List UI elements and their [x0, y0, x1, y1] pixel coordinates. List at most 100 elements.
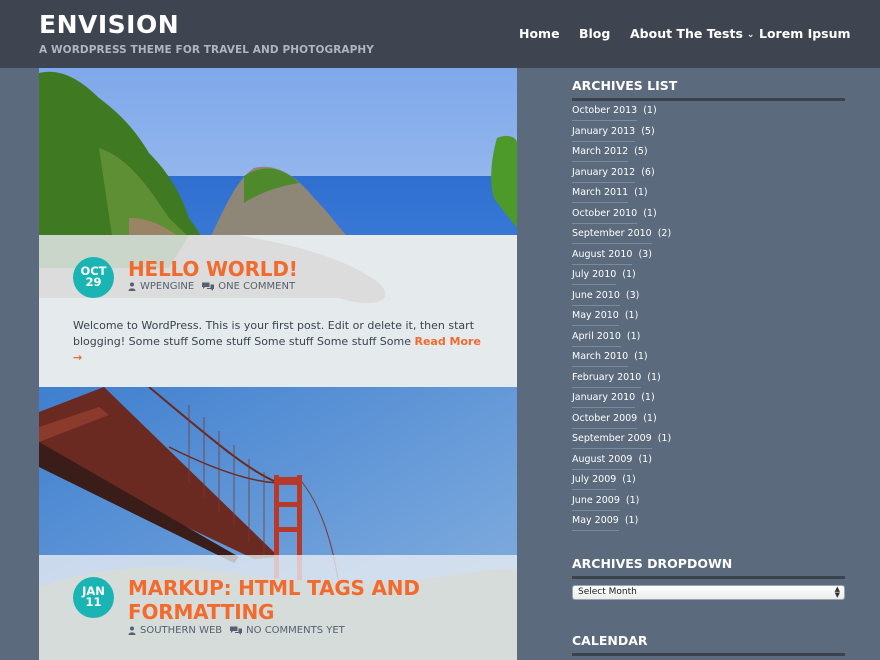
- archive-item: March 2012 (5): [572, 143, 845, 164]
- archive-item: May 2009 (1): [572, 512, 845, 533]
- archive-item: April 2010 (1): [572, 328, 845, 349]
- archive-link[interactable]: March 2010: [572, 348, 629, 367]
- post-meta: WPENGINE ONE COMMENT: [128, 281, 295, 292]
- site-title[interactable]: ENVISION: [39, 9, 179, 41]
- archive-count: (1): [643, 412, 657, 424]
- archive-link[interactable]: October 2009: [572, 410, 638, 429]
- post-meta: SOUTHERN WEB NO COMMENTS YET: [128, 625, 345, 636]
- post-title[interactable]: HELLO WORLD!: [128, 257, 298, 281]
- archive-count: (2): [657, 228, 672, 239]
- archive-count: (6): [641, 166, 655, 178]
- archive-count: (3): [638, 248, 652, 260]
- archive-item: August 2009 (1): [572, 451, 845, 472]
- archive-count: (1): [641, 392, 655, 403]
- archive-item: January 2012 (6): [572, 164, 845, 185]
- archive-item: July 2010 (1): [572, 266, 845, 287]
- archive-item: January 2010 (1): [572, 389, 845, 410]
- archive-link[interactable]: March 2011: [572, 184, 629, 203]
- archive-item: February 2010 (1): [572, 369, 845, 390]
- archive-item: March 2011 (1): [572, 184, 845, 205]
- post-author[interactable]: SOUTHERN WEB: [140, 625, 222, 636]
- archive-link[interactable]: August 2009: [572, 451, 633, 470]
- post-comments-link[interactable]: ONE COMMENT: [218, 281, 295, 292]
- archive-link[interactable]: January 2012: [572, 164, 636, 183]
- archive-link[interactable]: September 2010: [572, 225, 652, 244]
- nav-item-label: Lorem Ipsum: [759, 26, 851, 41]
- archives-month-select[interactable]: Select Month ▲ ▼: [572, 585, 845, 600]
- archive-item: October 2010 (1): [572, 205, 845, 226]
- user-icon: [128, 282, 136, 291]
- date-badge: OCT 29: [73, 257, 114, 298]
- archive-link[interactable]: September 2009: [572, 430, 652, 449]
- archive-count: (3): [625, 289, 640, 301]
- archive-count: (1): [647, 371, 661, 383]
- date-day: 11: [85, 595, 102, 609]
- nav-item-home[interactable]: Home: [519, 26, 560, 41]
- archive-item: September 2009 (1): [572, 430, 845, 451]
- archive-link[interactable]: July 2010: [572, 266, 617, 285]
- archive-count: (1): [657, 433, 672, 444]
- archives-list-title: ARCHIVES LIST: [572, 78, 845, 101]
- archive-link[interactable]: February 2010: [572, 369, 642, 388]
- archive-count: (1): [638, 453, 652, 465]
- archive-link[interactable]: June 2009: [572, 492, 620, 511]
- archive-item: June 2009 (1): [572, 492, 845, 513]
- nav-item-label: Blog: [579, 26, 611, 41]
- select-arrows-icon: ▲ ▼: [834, 585, 840, 599]
- archive-item: May 2010 (1): [572, 307, 845, 328]
- post-title[interactable]: MARKUP: HTML TAGS AND FORMATTING: [128, 576, 428, 624]
- nav-item-label: Home: [519, 26, 560, 41]
- archive-item: October 2013 (1): [572, 102, 845, 123]
- comments-icon: [230, 626, 243, 635]
- archive-item: August 2010 (3): [572, 246, 845, 267]
- date-badge: JAN 11: [73, 577, 114, 618]
- archive-count: (1): [634, 351, 648, 362]
- archive-count: (1): [624, 515, 639, 526]
- archive-count: (1): [626, 330, 641, 342]
- archive-count: (1): [622, 474, 636, 485]
- archive-item: July 2009 (1): [572, 471, 845, 492]
- date-day: 29: [85, 275, 102, 289]
- post-card: OCT 29 HELLO WORLD! WPENGINE ONE COMMENT …: [39, 68, 517, 387]
- archive-count: (1): [625, 494, 640, 506]
- archive-link[interactable]: May 2009: [572, 512, 619, 531]
- archive-link[interactable]: October 2010: [572, 205, 638, 224]
- archive-item: October 2009 (1): [572, 410, 845, 431]
- archive-item: June 2010 (3): [572, 287, 845, 308]
- archive-link[interactable]: July 2009: [572, 471, 617, 490]
- archive-item: January 2013 (5): [572, 123, 845, 144]
- archive-link[interactable]: June 2010: [572, 287, 620, 306]
- archive-count: (5): [634, 146, 648, 157]
- post-excerpt: Welcome to WordPress. This is your first…: [73, 318, 493, 366]
- archive-link[interactable]: October 2013: [572, 102, 638, 121]
- archive-item: March 2010 (1): [572, 348, 845, 369]
- site-tagline: A WORDPRESS THEME FOR TRAVEL AND PHOTOGR…: [39, 44, 374, 56]
- archive-count: (1): [624, 310, 639, 321]
- archive-count: (1): [643, 207, 657, 219]
- site-header: ENVISION A WORDPRESS THEME FOR TRAVEL AN…: [0, 0, 880, 68]
- archive-link[interactable]: January 2010: [572, 389, 636, 408]
- chevron-down-icon: ⌄: [746, 30, 755, 40]
- archive-count: (1): [622, 269, 636, 280]
- archives-list: October 2013 (1) January 2013 (5) March 2012…: [572, 102, 845, 533]
- nav-item-lorem-ipsum[interactable]: Lorem Ipsum: [759, 26, 851, 41]
- post-card: JAN 11 MARKUP: HTML TAGS AND FORMATTING …: [39, 387, 517, 660]
- archive-count: (1): [643, 105, 657, 116]
- nav-item-about-the-tests[interactable]: About The Tests ⌄: [630, 26, 754, 41]
- archive-count: (5): [641, 125, 655, 137]
- archives-dropdown-title: ARCHIVES DROPDOWN: [572, 556, 845, 579]
- calendar-title: CALENDAR: [572, 633, 845, 656]
- archive-link[interactable]: April 2010: [572, 328, 621, 347]
- select-value: Select Month: [578, 587, 637, 597]
- user-icon: [128, 626, 136, 635]
- nav-item-blog[interactable]: Blog: [579, 26, 610, 41]
- archive-count: (1): [634, 187, 648, 198]
- post-author[interactable]: WPENGINE: [140, 281, 194, 292]
- post-comments-link[interactable]: NO COMMENTS YET: [246, 625, 345, 636]
- archive-link[interactable]: January 2013: [572, 123, 636, 142]
- comments-icon: [202, 282, 215, 291]
- archive-link[interactable]: May 2010: [572, 307, 619, 326]
- archive-link[interactable]: August 2010: [572, 246, 633, 265]
- archive-item: September 2010 (2): [572, 225, 845, 246]
- archive-link[interactable]: March 2012: [572, 143, 629, 162]
